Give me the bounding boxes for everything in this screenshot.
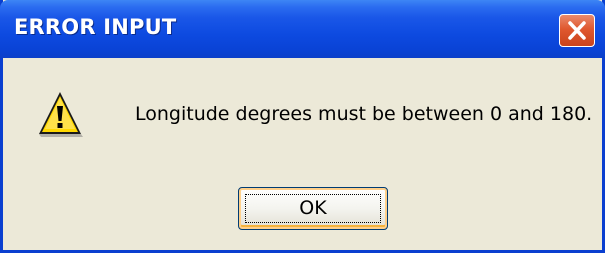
title-bar[interactable]: ERROR INPUT [0, 0, 605, 58]
error-dialog: ERROR INPUT Longitude degrees must be be… [0, 0, 605, 253]
error-message: Longitude degrees must be between 0 and … [135, 103, 593, 125]
warning-icon [39, 92, 83, 137]
close-button[interactable] [559, 14, 595, 47]
ok-button[interactable]: OK [238, 187, 388, 230]
ok-button-label: OK [299, 197, 327, 219]
close-icon [568, 21, 586, 40]
dialog-title: ERROR INPUT [14, 15, 177, 39]
